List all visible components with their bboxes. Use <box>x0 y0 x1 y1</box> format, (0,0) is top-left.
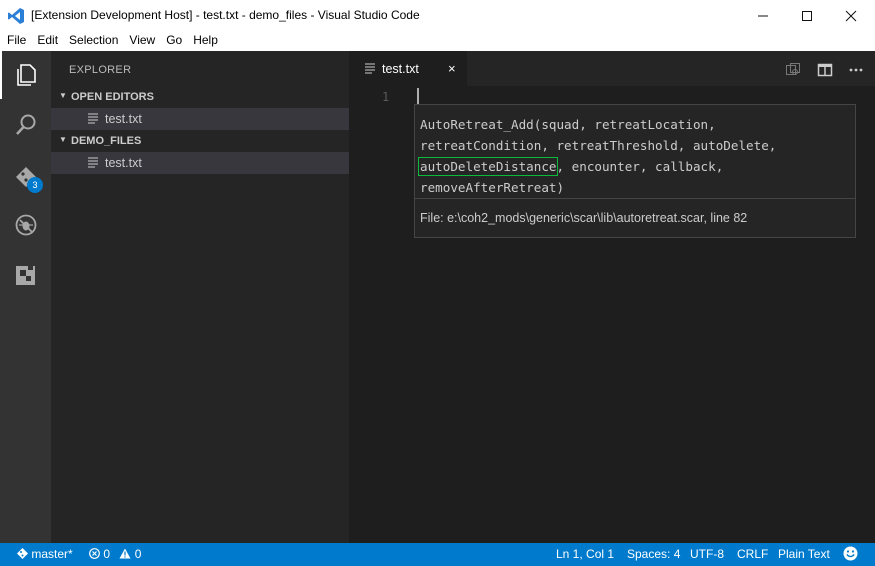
language-mode[interactable]: Plain Text <box>778 547 830 561</box>
chevron-down-icon: ▼ <box>59 135 67 144</box>
open-changes-icon[interactable] <box>785 62 801 78</box>
menu-view[interactable]: View <box>122 31 159 51</box>
files-icon <box>16 64 36 86</box>
signature-text: AutoRetreat_Add(squad, retreatLocation, … <box>420 117 777 153</box>
encoding-status[interactable]: UTF-8 <box>690 547 724 561</box>
popup-divider <box>415 198 855 199</box>
branch-name: master* <box>31 547 73 561</box>
close-window-button[interactable] <box>829 0 873 31</box>
activity-debug[interactable] <box>0 201 51 249</box>
demo-files-header[interactable]: ▼ DEMO_FILES <box>51 130 349 152</box>
menu-selection[interactable]: Selection <box>62 31 122 51</box>
debug-icon <box>15 214 36 236</box>
tab-close-button[interactable]: × <box>448 61 456 76</box>
file-name: test.txt <box>105 156 142 170</box>
sidebar-title: EXPLORER <box>69 64 132 76</box>
status-bar: master* 0 0 Ln 1, Col 1 Spaces: 4 UTF-8 … <box>0 543 875 566</box>
maximize-button[interactable] <box>785 0 829 31</box>
minimize-icon <box>758 15 768 16</box>
cursor-position[interactable]: Ln 1, Col 1 <box>556 547 614 561</box>
title-bar: [Extension Development Host] - test.txt … <box>0 0 875 31</box>
function-signature: AutoRetreat_Add(squad, retreatLocation, … <box>417 114 850 198</box>
folder-file-item[interactable]: test.txt <box>51 152 349 174</box>
file-name: test.txt <box>105 112 142 126</box>
git-branch-icon <box>17 548 28 559</box>
menu-bar: File Edit Selection View Go Help <box>0 31 875 51</box>
explorer-sidebar: EXPLORER ▼ OPEN EDITORS test.txt ▼ DEMO_… <box>51 51 349 543</box>
signature-documentation: File: e:\coh2_mods\generic\scar\lib\auto… <box>420 211 748 225</box>
file-lines-icon <box>88 113 98 124</box>
open-editors-header[interactable]: ▼ OPEN EDITORS <box>51 86 349 108</box>
activity-source-control[interactable] <box>0 153 51 201</box>
window-title: [Extension Development Host] - test.txt … <box>31 8 420 22</box>
menu-file[interactable]: File <box>0 31 30 51</box>
maximize-icon <box>802 10 812 21</box>
chevron-down-icon: ▼ <box>59 91 67 100</box>
activity-extensions[interactable] <box>0 251 51 299</box>
activity-explorer[interactable] <box>0 51 51 99</box>
menu-go[interactable]: Go <box>159 31 186 51</box>
eol-status[interactable]: CRLF <box>737 547 768 561</box>
feedback-smiley-icon[interactable] <box>843 546 858 561</box>
menu-edit[interactable]: Edit <box>30 31 62 51</box>
file-lines-icon <box>365 63 375 74</box>
file-lines-icon <box>88 157 98 168</box>
minimize-button[interactable] <box>741 0 785 31</box>
indentation-status[interactable]: Spaces: 4 <box>627 547 680 561</box>
tab-test-txt[interactable]: test.txt × <box>349 51 467 86</box>
menu-help[interactable]: Help <box>186 31 222 51</box>
signature-help-popup: AutoRetreat_Add(squad, retreatLocation, … <box>414 104 856 238</box>
line-number: 1 <box>382 90 390 104</box>
search-icon <box>15 114 35 135</box>
active-parameter: autoDeleteDistance <box>417 157 559 176</box>
activity-search[interactable] <box>0 101 51 149</box>
open-editor-item[interactable]: test.txt <box>51 108 349 130</box>
tab-bar: test.txt × <box>349 51 875 86</box>
tab-label: test.txt <box>382 62 419 76</box>
extensions-icon <box>15 265 35 285</box>
error-icon <box>89 548 100 559</box>
split-editor-icon[interactable] <box>817 62 833 78</box>
close-icon <box>845 10 857 21</box>
branch-status[interactable]: master* <box>17 547 73 561</box>
warning-icon <box>119 548 131 559</box>
problems-status[interactable]: 0 0 <box>89 547 141 561</box>
activity-bar: 3 <box>0 51 51 543</box>
scm-badge: 3 <box>27 177 43 193</box>
vscode-logo-icon <box>8 8 24 24</box>
text-cursor[interactable] <box>417 88 419 105</box>
more-actions-icon[interactable] <box>848 62 864 78</box>
error-count: 0 <box>103 547 111 561</box>
warning-count: 0 <box>134 547 142 561</box>
